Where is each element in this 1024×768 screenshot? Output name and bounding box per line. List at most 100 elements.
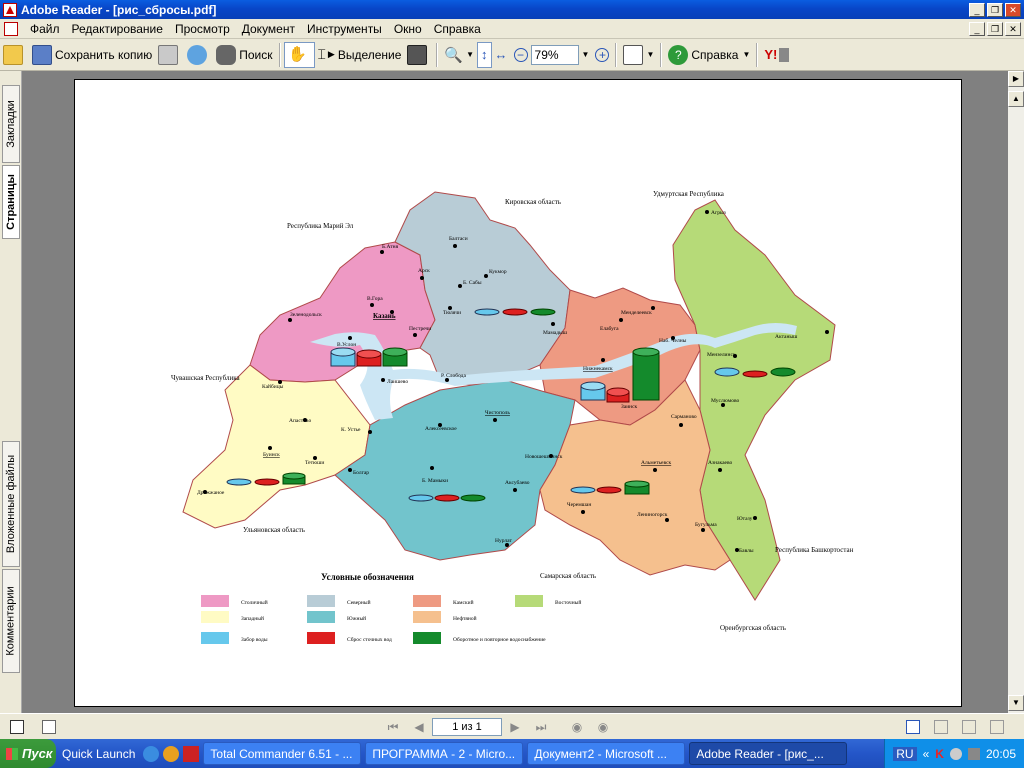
vertical-scrollbar[interactable]: ▶ ▲ ▼ [1008, 71, 1024, 713]
open-button[interactable] [0, 42, 29, 68]
zoom-in-tool-button[interactable]: 🔍 ▼ [441, 42, 477, 68]
legend-northern: Северный [347, 599, 371, 606]
last-page-button[interactable]: ⏭ [532, 718, 550, 736]
zoom-dropdown[interactable]: ▼ [579, 42, 593, 68]
app-icon[interactable] [183, 745, 200, 762]
folder-icon [3, 44, 23, 65]
town-cheremshan: Черемшан [567, 502, 591, 508]
town-yutaza: Ютазу [737, 516, 753, 522]
label-samara: Самарская область [540, 572, 596, 580]
town-zelenodolsk: Зеленодольск [290, 312, 322, 318]
next-view-button[interactable]: ◉ [594, 718, 612, 736]
task-programma[interactable]: ПРОГРАММА - 2 - Micro... [365, 742, 524, 765]
town-alekseevskoe: Алексеевское [425, 426, 457, 432]
start-button[interactable]: Пуск [0, 739, 56, 768]
taskbar: Пуск Quick Launch Total Commander 6.51 -… [0, 739, 1024, 768]
menu-file[interactable]: Файл [24, 19, 66, 39]
minimize-button[interactable]: _ [969, 2, 985, 17]
task-adobe-reader[interactable]: Adobe Reader - [рис_... [689, 742, 848, 765]
continuous-icon[interactable] [934, 719, 948, 734]
printer-icon [158, 44, 179, 65]
zoom-out-button[interactable]: − [511, 42, 531, 68]
task-document2[interactable]: Документ2 - Microsoft ... [527, 742, 686, 765]
facing-icon[interactable] [962, 719, 976, 734]
tab-attachments[interactable]: Вложенные файлы [2, 441, 20, 567]
legend-capital: Столичный [241, 599, 268, 606]
print-button[interactable] [155, 42, 184, 68]
select-tool-button[interactable]: ⌶ ▶ Выделение [315, 42, 405, 68]
fit-width-button[interactable]: ↔ [492, 42, 511, 68]
hand-tool-button[interactable]: ✋ [283, 41, 315, 68]
doc-minimize-button[interactable]: _ [969, 21, 985, 36]
prev-page-button[interactable]: ◀ [410, 718, 428, 736]
scroll-down-button[interactable]: ▼ [1008, 695, 1024, 711]
ie-icon[interactable] [143, 745, 160, 762]
chevron-down-icon: ▼ [646, 50, 655, 59]
speaker-icon[interactable] [967, 747, 980, 760]
search-label: Поиск [239, 47, 273, 62]
town-novosheshminsk: Новошешминск [525, 454, 563, 460]
search-button[interactable]: Поиск [213, 42, 275, 68]
tab-comments[interactable]: Комментарии [2, 569, 20, 673]
town-bugulma: Бугульма [695, 522, 717, 528]
town-bavly: Бавлы [739, 548, 754, 554]
chevron-left-icon[interactable]: « [923, 747, 930, 761]
prev-view-button[interactable]: ◉ [568, 718, 586, 736]
menu-edit[interactable]: Редактирование [66, 19, 169, 39]
doc-close-button[interactable]: ✕ [1005, 21, 1021, 36]
close-button[interactable]: ✕ [1005, 2, 1021, 17]
document-icon[interactable] [42, 719, 56, 734]
pdf-page: Кировская область Республика Марий Эл Уд… [74, 79, 962, 707]
binoculars-icon [216, 44, 237, 65]
windows-logo-icon [6, 747, 18, 760]
legend-southern: Южный [347, 615, 366, 622]
save-copy-button[interactable]: Сохранить копию [29, 42, 155, 68]
town-aktanysh: Актаныш [775, 334, 798, 340]
chevron-down-icon: ▼ [466, 50, 475, 59]
town-kazan: Казань [373, 312, 396, 320]
yahoo-button[interactable]: Y! [761, 42, 792, 68]
legend-discharge: Сброс сточных вод [347, 636, 392, 643]
town-aznakaevo: Азнакаево [708, 460, 733, 466]
document-area[interactable]: Кировская область Республика Марий Эл Уд… [22, 71, 1008, 713]
label-chuvash: Чувашская Республика [171, 374, 241, 382]
town-b-saby: Б. Сабы [463, 279, 482, 286]
tray-app-icon[interactable] [949, 747, 962, 760]
town-nab-chelny: Наб. Челны [659, 337, 687, 344]
fit-page-button[interactable]: ↕ [477, 41, 492, 68]
kaspersky-icon[interactable]: K [935, 747, 944, 761]
page-layout-icon[interactable] [10, 719, 24, 734]
town-nurlat: Нурлат [495, 538, 512, 544]
triangle-right-icon[interactable]: ▶ [1008, 71, 1024, 87]
town-drozhzhanoe: Дрожжаное [197, 490, 225, 496]
fit-page-icon: ↕ [481, 47, 488, 62]
language-indicator[interactable]: RU [893, 746, 917, 761]
doc-restore-button[interactable]: ❐ [987, 21, 1003, 36]
zoom-in-button[interactable]: + [592, 42, 612, 68]
task-total-commander[interactable]: Total Commander 6.51 - ... [203, 742, 362, 765]
tab-bookmarks[interactable]: Закладки [2, 85, 20, 163]
next-page-button[interactable]: ▶ [506, 718, 524, 736]
menu-view[interactable]: Просмотр [169, 19, 236, 39]
chrome-icon[interactable] [163, 745, 180, 762]
scroll-up-button[interactable]: ▲ [1008, 91, 1024, 107]
town-almetyevsk: Альметьевск [641, 460, 672, 466]
menu-help[interactable]: Справка [428, 19, 487, 39]
menu-window[interactable]: Окно [388, 19, 428, 39]
page-number-input[interactable]: 1 из 1 [432, 717, 502, 736]
window-title: Adobe Reader - [рис_сбросы.pdf] [21, 2, 217, 17]
rotate-view-button[interactable]: ▼ [620, 42, 657, 68]
help-button[interactable]: ? Справка ▼ [665, 42, 753, 68]
zoom-input[interactable]: 79% [530, 44, 579, 65]
menu-tools[interactable]: Инструменты [301, 19, 388, 39]
maximize-button[interactable]: ❐ [987, 2, 1003, 17]
continuous-facing-icon[interactable] [990, 719, 1004, 734]
snapshot-button[interactable] [404, 42, 433, 68]
document-icon[interactable] [4, 21, 18, 36]
tab-pages[interactable]: Страницы [2, 165, 20, 239]
single-page-icon[interactable] [906, 719, 920, 734]
email-button[interactable] [184, 42, 213, 68]
first-page-button[interactable]: ⏮ [384, 718, 402, 736]
menu-document[interactable]: Документ [236, 19, 301, 39]
legend-western: Западный [241, 615, 264, 622]
